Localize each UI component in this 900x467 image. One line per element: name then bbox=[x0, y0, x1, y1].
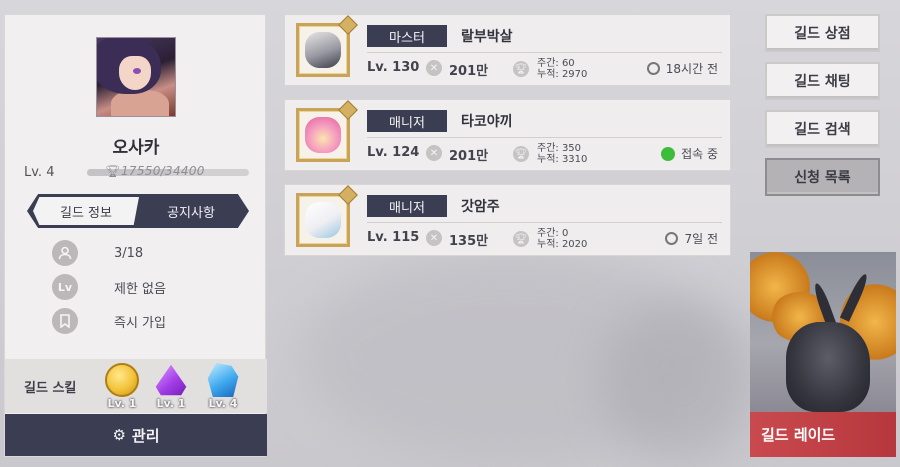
offline-icon bbox=[665, 232, 679, 245]
guild-info-panel: 오사카 Lv. 4 🏆︎ 17550/34400 길드 정보 공지사항 3/18… bbox=[4, 14, 267, 457]
blue-crystal-skill-icon bbox=[207, 363, 239, 397]
total-contribution: 누적: 2970 bbox=[537, 69, 588, 80]
member-name: 타코야끼 bbox=[461, 114, 513, 130]
skill-level: Lv. 1 bbox=[156, 397, 186, 410]
member-level: Lv. 130 bbox=[367, 60, 420, 75]
member-power: 201만 bbox=[449, 149, 489, 164]
purple-crystal-skill-icon bbox=[155, 364, 187, 396]
guild-level: Lv. 4 bbox=[24, 165, 55, 180]
rank-badge-icon bbox=[338, 15, 358, 35]
trophy-icon: 🏆︎ bbox=[513, 146, 529, 162]
background-blur bbox=[600, 300, 760, 460]
guild-search-button[interactable]: 길드 검색 bbox=[765, 110, 880, 148]
member-contribution: 주간: 0 누적: 2020 bbox=[537, 228, 587, 250]
rank-badge-icon bbox=[338, 185, 358, 205]
online-icon bbox=[661, 146, 676, 161]
application-list-button[interactable]: 신청 목록 bbox=[765, 158, 880, 196]
member-role: 매니저 bbox=[367, 195, 447, 217]
bookmark-icon bbox=[52, 308, 78, 334]
manage-label: 관리 bbox=[131, 426, 160, 445]
join-type: 즉시 가입 bbox=[114, 315, 166, 331]
guild-raid-label: 길드 레이드 bbox=[750, 412, 896, 457]
member-card[interactable]: 매니저 타코야끼 Lv. 124 ✕ 201만 🏆︎ 주간: 350 누적: 3… bbox=[284, 99, 731, 171]
member-level: Lv. 124 bbox=[367, 145, 420, 160]
gear-icon: ⚙ bbox=[112, 426, 126, 444]
gold-coin-skill-icon bbox=[105, 363, 139, 397]
member-count: 3/18 bbox=[114, 245, 144, 261]
guild-exp-bar: 🏆︎ 17550/34400 bbox=[87, 164, 249, 180]
rank-badge-icon bbox=[338, 100, 358, 120]
guild-skill-1[interactable]: Lv. 1 bbox=[102, 363, 142, 411]
trophy-icon: 🏆︎ bbox=[513, 61, 529, 77]
member-power: 135만 bbox=[449, 234, 489, 249]
member-contribution: 주간: 60 누적: 2970 bbox=[537, 58, 587, 80]
member-count-row: 3/18 bbox=[52, 240, 143, 266]
level-limit: 제한 없음 bbox=[114, 281, 166, 297]
guild-raid-button[interactable]: 길드 레이드 bbox=[750, 252, 896, 457]
guild-skill-label: 길드 스킬 bbox=[24, 381, 77, 396]
guild-exp-text: 17550/34400 bbox=[121, 164, 205, 178]
guild-avatar bbox=[96, 37, 176, 117]
person-icon bbox=[52, 240, 78, 266]
tab-guild-info[interactable]: 길드 정보 bbox=[33, 197, 139, 225]
trophy-icon: 🏆︎ bbox=[513, 231, 529, 247]
guild-tabs: 길드 정보 공지사항 bbox=[27, 194, 249, 228]
guild-skill-3[interactable]: Lv. 4 bbox=[203, 363, 243, 411]
guild-chat-button[interactable]: 길드 채팅 bbox=[765, 62, 880, 100]
member-portrait bbox=[296, 15, 358, 77]
manage-button[interactable]: ⚙ 관리 bbox=[5, 414, 267, 456]
join-type-row: 즉시 가입 bbox=[52, 308, 166, 334]
sword-icon: ✕ bbox=[426, 230, 442, 246]
member-card[interactable]: 마스터 랄부박살 Lv. 130 ✕ 201만 🏆︎ 주간: 60 누적: 29… bbox=[284, 14, 731, 86]
member-status: 18시간 전 bbox=[646, 60, 718, 77]
member-portrait bbox=[296, 100, 358, 162]
member-portrait bbox=[296, 185, 358, 247]
member-level: Lv. 115 bbox=[367, 230, 420, 245]
guild-skills: 길드 스킬 Lv. 1 Lv. 1 Lv. 4 bbox=[5, 359, 267, 413]
guild-name: 오사카 bbox=[112, 138, 160, 158]
total-contribution: 누적: 2020 bbox=[537, 239, 588, 250]
sword-icon: ✕ bbox=[426, 145, 442, 161]
guild-shop-button[interactable]: 길드 상점 bbox=[765, 14, 880, 52]
member-power: 201만 bbox=[449, 64, 489, 79]
skill-level: Lv. 1 bbox=[107, 397, 137, 410]
member-contribution: 주간: 350 누적: 3310 bbox=[537, 143, 587, 165]
level-limit-row: Lv 제한 없음 bbox=[52, 274, 166, 300]
member-name: 갓암주 bbox=[461, 199, 500, 215]
offline-icon bbox=[646, 62, 660, 75]
member-role: 마스터 bbox=[367, 25, 447, 47]
weekly-contribution: 주간: 60 bbox=[537, 58, 575, 69]
member-card[interactable]: 매니저 갓암주 Lv. 115 ✕ 135만 🏆︎ 주간: 0 누적: 2020… bbox=[284, 184, 731, 256]
member-role: 매니저 bbox=[367, 110, 447, 132]
level-icon: Lv bbox=[52, 274, 78, 300]
last-login: 7일 전 bbox=[684, 232, 718, 246]
last-login: 접속 중 bbox=[681, 147, 718, 161]
total-contribution: 누적: 3310 bbox=[537, 154, 588, 165]
member-status: 접속 중 bbox=[661, 145, 718, 162]
raid-boss-image bbox=[786, 322, 870, 412]
guild-skill-2[interactable]: Lv. 1 bbox=[151, 363, 191, 411]
weekly-contribution: 주간: 0 bbox=[537, 228, 569, 239]
sword-icon: ✕ bbox=[426, 60, 442, 76]
skill-level: Lv. 4 bbox=[208, 397, 238, 410]
last-login: 18시간 전 bbox=[665, 62, 718, 76]
weekly-contribution: 주간: 350 bbox=[537, 143, 582, 154]
tab-notice[interactable]: 공지사항 bbox=[139, 197, 243, 225]
member-status: 7일 전 bbox=[665, 230, 718, 247]
trophy-icon: 🏆︎ bbox=[105, 164, 121, 178]
member-name: 랄부박살 bbox=[461, 29, 513, 45]
